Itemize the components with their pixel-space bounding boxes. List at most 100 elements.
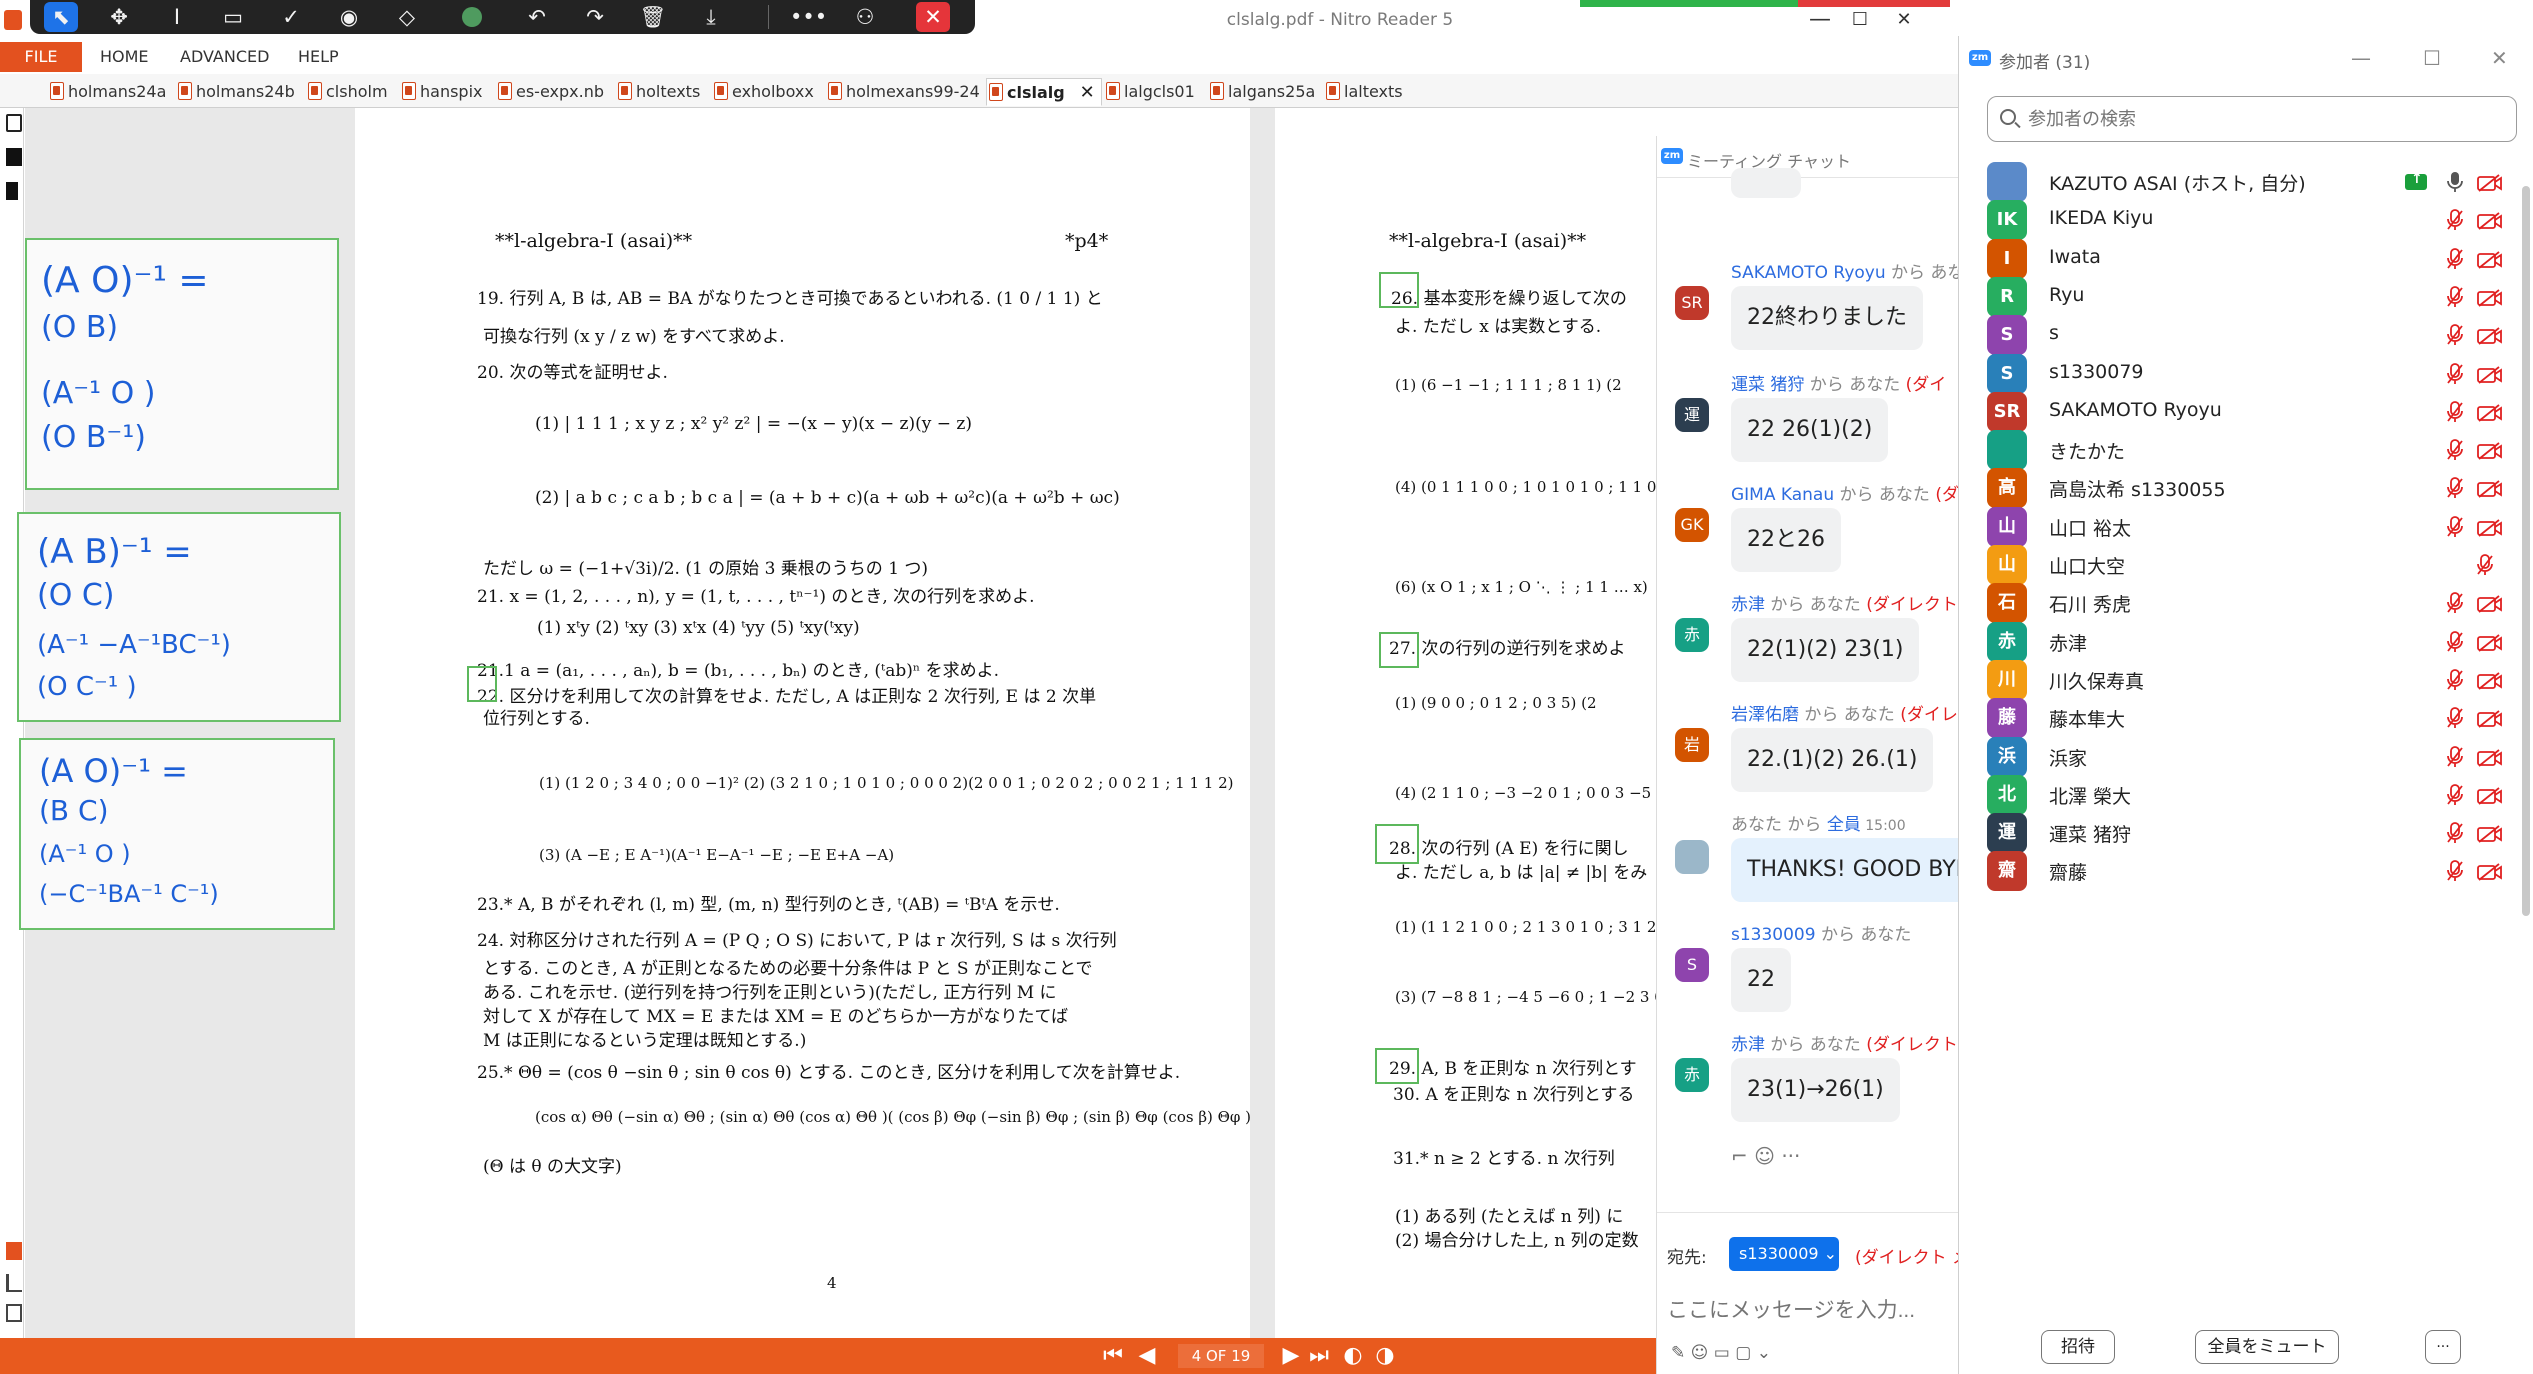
first-page-icon[interactable]: ⏮ [1100,1342,1126,1370]
composer-tools[interactable]: ✎ ☺ ▭ ▢ ⌄ [1671,1343,1771,1363]
move-icon[interactable]: ✥ [102,2,136,32]
more-icon[interactable]: ••• [790,2,827,32]
tab-holmexans99-24[interactable]: holmexans99-24 [826,78,980,106]
problem-highlight-27 [1379,632,1419,668]
user-settings-icon[interactable]: ⚇ [848,2,882,32]
panel-minimize-icon[interactable]: — [2351,46,2371,70]
color-picker-icon[interactable] [462,7,482,27]
minimize-button[interactable]: — [1800,6,1840,34]
participants-title: 参加者 (31) [1999,53,2091,73]
attachments-panel-icon[interactable] [6,182,18,200]
participant-search[interactable] [1987,96,2517,142]
avatar: GK [1675,508,1709,542]
tab-holmans24a[interactable]: holmans24a [48,78,166,106]
rectangle-icon[interactable]: ▭ [216,2,250,32]
pdf-icon [828,82,842,100]
participants-header: zm 参加者 (31) — ☐ ✕ [1959,36,2533,86]
redo-icon[interactable]: ↷ [578,2,612,32]
download-icon[interactable]: ⤓ [694,2,728,32]
participant-list-scrollbar[interactable] [2522,186,2530,916]
menu-bar: FILE HOME ADVANCED HELP [0,42,1958,72]
page-indicator[interactable]: 4 OF 19 [1178,1344,1264,1368]
document-viewport[interactable]: (A O)⁻¹ = (O B) (A⁻¹ O ) (O B⁻¹) (A B)⁻¹… [17,108,1737,1338]
tab-es-expx[interactable]: es-expx.nb [496,78,604,106]
next-page-icon[interactable]: ▶ [1278,1342,1304,1370]
maximize-button[interactable]: ☐ [1840,6,1880,34]
handwriting-panel-3: (A O)⁻¹ = (B C) (A⁻¹ O ) (−C⁻¹BA⁻¹ C⁻¹) [19,738,335,930]
close-window-button[interactable]: ✕ [1884,6,1924,34]
message-reaction-tools[interactable]: ⌐ ☺ ··· [1731,1144,1800,1168]
pages-panel-icon[interactable] [6,114,22,132]
pdf-icon [308,82,322,100]
eraser-icon[interactable]: ◇ [390,2,424,32]
menu-home[interactable]: HOME [100,42,149,72]
zoom-logo-icon: zm [1969,50,1991,66]
pdf-page-4: **l-algebra-I (asai)** *p4* 19. 行列 A, B … [355,108,1251,1338]
microphone-muted-icon[interactable] [2447,860,2463,882]
undo-icon[interactable]: ↶ [520,2,554,32]
handwriting-panel-1: (A O)⁻¹ = (O B) (A⁻¹ O ) (O B⁻¹) [25,238,339,490]
avatar: 岩 [1675,728,1709,762]
comments-panel-icon[interactable] [6,1274,22,1292]
pointer-icon[interactable]: ⬉ [44,2,78,32]
panel-maximize-icon[interactable]: ☐ [2423,46,2441,70]
direct-message-note: (ダイレクト メ [1855,1248,1970,1268]
chat-message-input[interactable] [1667,1295,1953,1327]
tab-laltexts[interactable]: laltexts [1324,78,1403,106]
text-cursor-icon[interactable]: I [160,2,194,32]
bookmarks-panel-icon[interactable] [6,148,22,166]
pdf-icon [1210,82,1224,100]
tab-hanspix[interactable]: hanspix [400,78,483,106]
window-title: clslalg.pdf - Nitro Reader 5 [1226,10,1454,30]
tab-clsholm[interactable]: clsholm [306,78,388,106]
last-page-icon[interactable]: ⏭ [1306,1342,1332,1370]
pdf-icon [618,82,632,100]
menu-file[interactable]: FILE [0,42,82,72]
annotation-toolbar: ⬉ ✥ I ▭ ✓ ◉ ◇ ↶ ↷ 🗑 ⤓ ••• ⚇ ✕ [30,0,975,34]
participants-panel: zm 参加者 (31) — ☐ ✕ KAZUTO ASAI (ホスト, 自分)I… [1958,36,2533,1374]
menu-help[interactable]: HELP [298,42,339,72]
menu-advanced[interactable]: ADVANCED [180,42,269,72]
tab-close-icon[interactable]: ✕ [1080,79,1095,107]
tab-holmans24b[interactable]: holmans24b [176,78,295,106]
tab-lalgans25a[interactable]: lalgans25a [1208,78,1315,106]
stamp-icon[interactable]: ◉ [332,2,366,32]
close-annotation-button[interactable]: ✕ [916,2,950,32]
meeting-chat-panel: zm ミーティング チャット SR SAKAMOTO Ryoyu から あな 2… [1656,136,1995,1374]
check-icon[interactable]: ✓ [274,2,308,32]
document-tab-bar: holmans24a holmans24b clsholm hanspix es… [0,74,1958,108]
more-options-button[interactable]: ··· [2425,1330,2461,1364]
avatar: 赤 [1675,618,1709,652]
pdf-icon [178,82,192,100]
fields-panel-icon[interactable] [6,1304,22,1322]
forward-view-icon[interactable]: ◑ [1372,1342,1398,1370]
participant-row[interactable]: 齋齋藤 [1959,839,2514,901]
problem-highlight-26 [1379,272,1419,308]
trash-icon[interactable]: 🗑 [636,2,670,32]
problem-highlight-29 [1375,1048,1419,1084]
chat-scroll-top [1657,168,1959,198]
participant-search-input[interactable] [2028,105,2508,133]
avatar: SR [1675,286,1709,320]
mute-all-button[interactable]: 全員をミュート [2195,1330,2339,1364]
chat-composer: 宛先: s1330009 ⌄ (ダイレクト メ ✎ ☺ ▭ ▢ ⌄ [1657,1212,1969,1374]
avatar [1675,840,1709,874]
output-panel-icon[interactable] [6,1242,22,1260]
handwriting-panel-2: (A B)⁻¹ = (O C) (A⁻¹ −A⁻¹BC⁻¹) (O C⁻¹ ) [17,512,341,722]
panel-close-icon[interactable]: ✕ [2491,46,2508,70]
recipient-dropdown[interactable]: s1330009 ⌄ [1729,1237,1839,1271]
invite-button[interactable]: 招待 [2041,1330,2115,1364]
pdf-icon [989,83,1003,101]
participants-footer: 招待 全員をミュート ··· [1959,1326,2533,1374]
tab-lalgcls01[interactable]: lalgcls01 [1104,78,1195,106]
tab-holtexts[interactable]: holtexts [616,78,700,106]
pdf-icon [402,82,416,100]
chat-header: zm ミーティング チャット [1657,136,1959,178]
tab-exholboxx[interactable]: exholboxx [712,78,814,106]
tab-clslalg[interactable]: clslalg ✕ [986,78,1102,106]
back-view-icon[interactable]: ◐ [1340,1342,1366,1370]
previous-page-icon[interactable]: ◀ [1134,1342,1160,1370]
pdf-icon [50,82,64,100]
problem-highlight-22 [467,666,497,702]
camera-off-icon[interactable] [2477,863,2503,882]
